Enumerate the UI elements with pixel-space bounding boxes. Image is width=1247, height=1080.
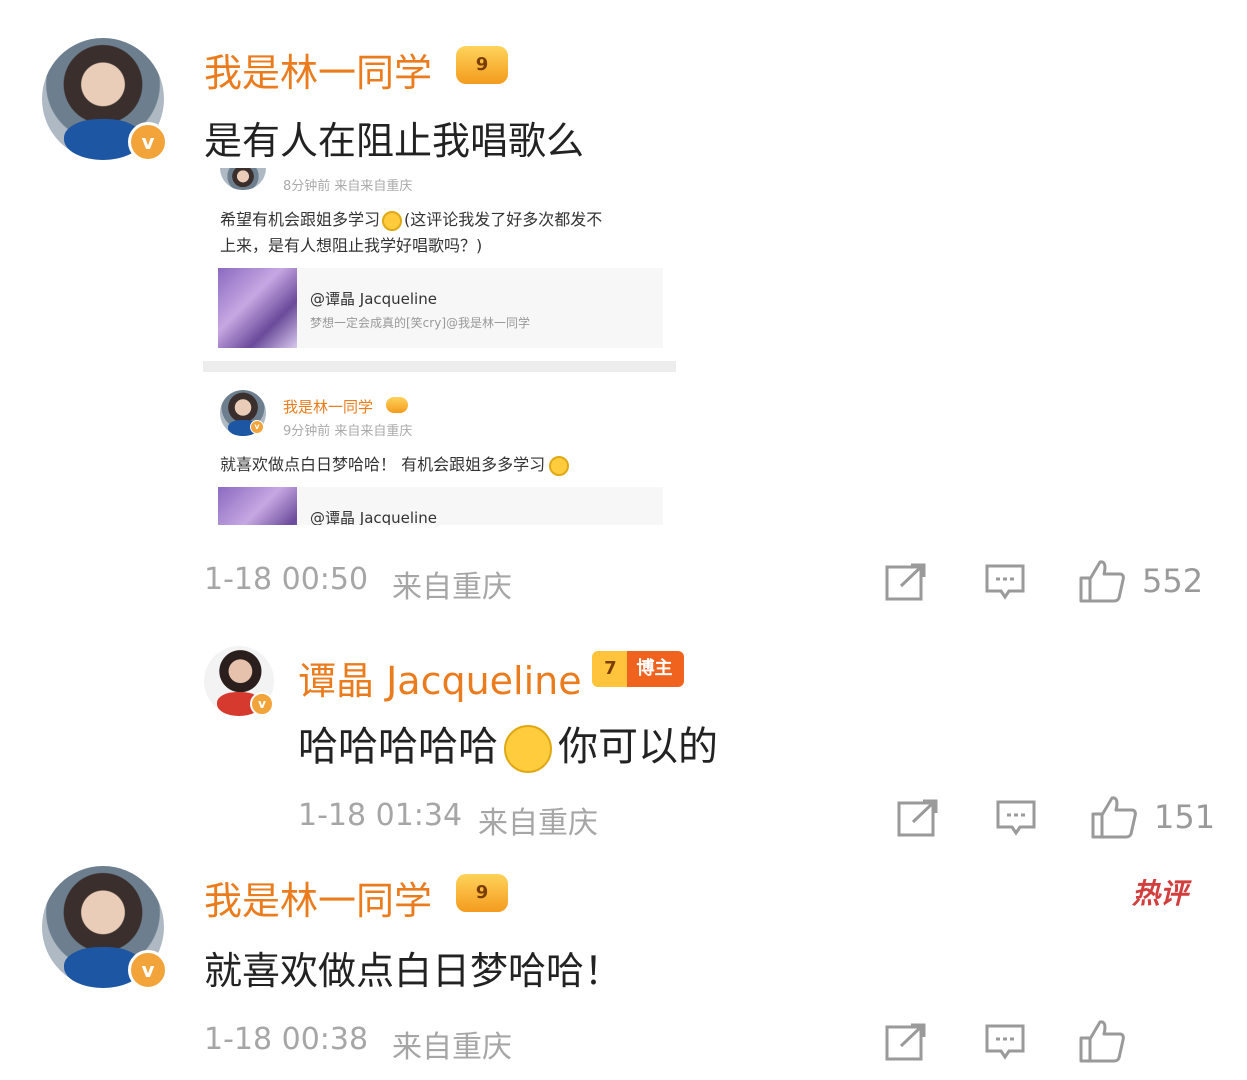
crown-icon: 9	[456, 874, 508, 912]
crown-level: 7	[604, 658, 617, 679]
share-icon[interactable]	[885, 1022, 927, 1062]
smile-emoji-icon	[382, 210, 403, 231]
like-icon[interactable]	[1078, 558, 1126, 604]
comment-icon[interactable]	[995, 798, 1037, 838]
hot-comment-badge: 热评	[1132, 877, 1189, 910]
divider	[203, 361, 676, 372]
crown-icon	[386, 397, 408, 413]
like-icon[interactable]	[1078, 1018, 1126, 1064]
comment-text: 就喜欢做点白日梦哈哈！	[204, 949, 623, 993]
verified-badge-icon: v	[250, 692, 274, 716]
post-meta: 9分钟前 来自来自重庆	[283, 424, 413, 439]
comment-source: 来自重庆	[392, 1030, 512, 1065]
post-text-line-1: 希望有机会跟姐多学习 (这评论我发了好多次都发不	[220, 210, 603, 231]
crown-level: 9	[475, 54, 489, 75]
author-name[interactable]: 谭晶 Jacqueline	[298, 650, 582, 705]
link-card: @谭晶 Jacqueline 梦想一定会成真的[笑cry]@我是林一同学	[218, 268, 663, 348]
card-thumbnail	[218, 487, 297, 525]
comment-text: 哈哈哈哈哈 你可以的	[298, 714, 718, 773]
comment-source: 来自重庆	[392, 570, 512, 605]
comment-time: 1-18 00:50	[204, 562, 369, 597]
crown-icon: 9	[456, 46, 508, 84]
comment-source: 来自重庆	[478, 806, 598, 841]
post-text-line-2: 上来，是有人想阻止我学好唱歌吗？)	[220, 236, 483, 255]
laugh-cry-emoji-icon	[504, 725, 552, 773]
avatar[interactable]: v	[42, 866, 168, 990]
card-subtitle: 梦想一定会成真的[笑cry]@我是林一同学	[310, 316, 530, 330]
card-title: @谭晶 Jacqueline	[310, 509, 437, 525]
post-meta: 8分钟前 来自来自重庆	[283, 179, 413, 194]
verified-badge-icon: v	[128, 950, 168, 990]
avatar[interactable]: v	[42, 38, 168, 162]
share-icon[interactable]	[885, 562, 927, 602]
verified-badge-icon: v	[128, 122, 168, 162]
post-text: 就喜欢做点白日梦哈哈！ 有机会跟姐多多学习	[220, 451, 570, 476]
comment-icon[interactable]	[984, 1022, 1026, 1062]
post-author: 我是林一同学	[283, 398, 374, 416]
avatar[interactable]: v	[204, 646, 274, 716]
crown-level: 9	[475, 882, 489, 903]
avatar	[220, 168, 266, 190]
card-title: @谭晶 Jacqueline	[310, 290, 437, 308]
share-icon[interactable]	[897, 798, 939, 838]
like-count: 552	[1142, 562, 1204, 600]
comment-icon[interactable]	[984, 562, 1026, 602]
card-thumbnail	[218, 268, 297, 348]
like-count: 151	[1154, 798, 1216, 836]
avatar: v	[220, 390, 266, 436]
host-tag: 博主	[636, 658, 673, 679]
comment-time: 1-18 01:34	[298, 798, 463, 833]
author-name[interactable]: 我是林一同学	[204, 42, 432, 97]
author-name[interactable]: 我是林一同学	[204, 870, 432, 925]
like-icon[interactable]	[1090, 794, 1138, 840]
crown-icon: 7 博主	[592, 651, 684, 687]
comment-text: 是有人在阻止我唱歌么	[204, 119, 585, 163]
link-card: @谭晶 Jacqueline	[218, 487, 663, 525]
smile-emoji-icon	[549, 455, 570, 476]
comment-time: 1-18 00:38	[204, 1022, 369, 1057]
